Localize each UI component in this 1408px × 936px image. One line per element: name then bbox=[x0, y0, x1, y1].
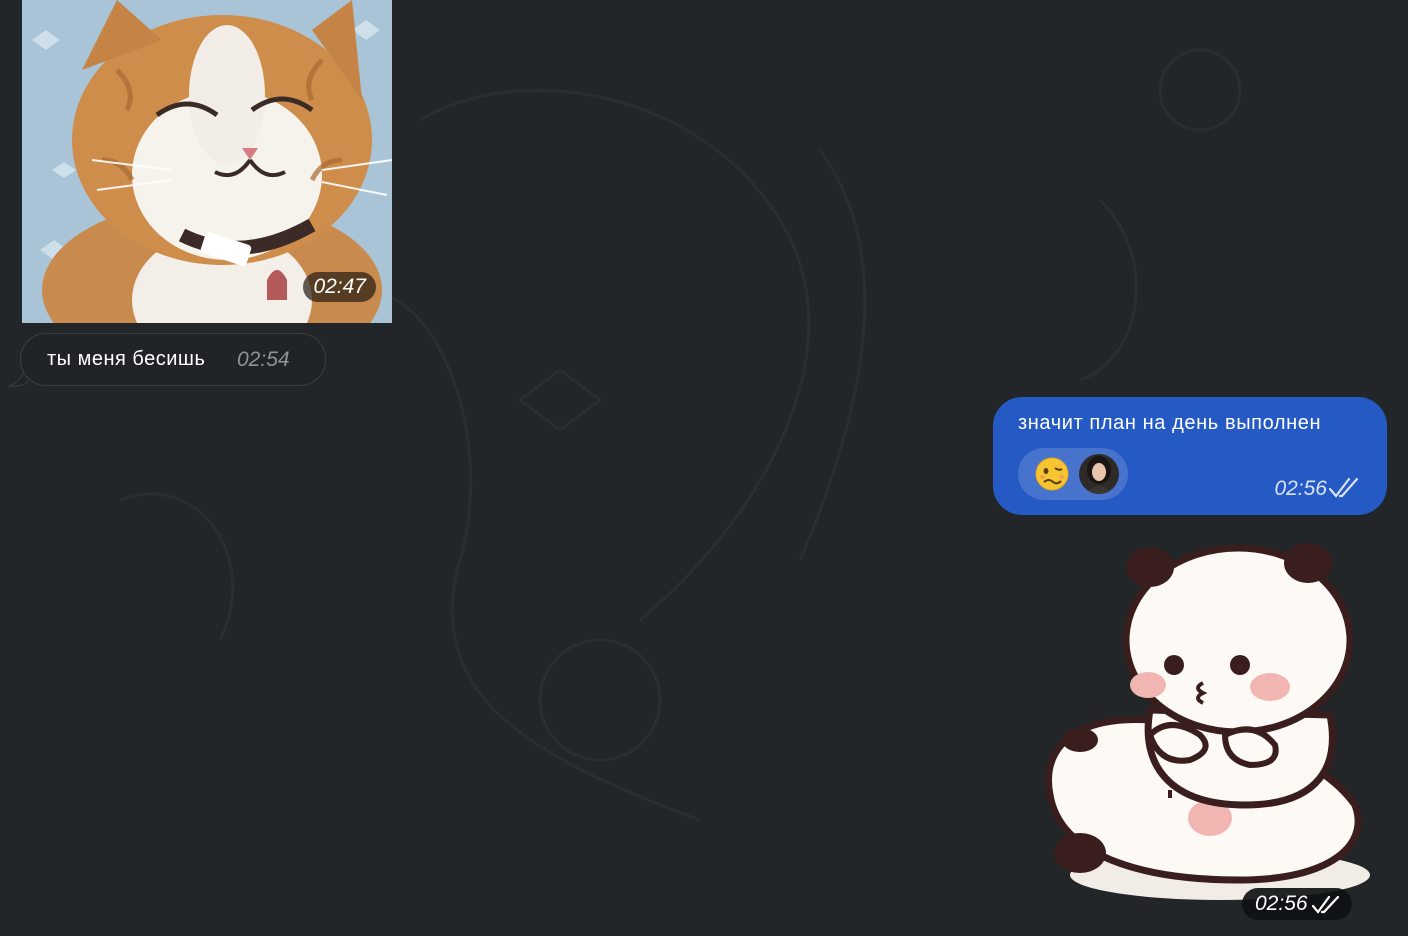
message-time: 02:56 bbox=[1255, 892, 1308, 915]
reactions-pill[interactable] bbox=[1018, 448, 1128, 500]
user-avatar[interactable] bbox=[1079, 454, 1119, 494]
incoming-message-bubble[interactable]: ты меня бесишь 02:54 bbox=[20, 333, 326, 386]
message-text: значит план на день выполнен bbox=[1018, 412, 1322, 434]
gif-message[interactable]: 02:47 bbox=[22, 0, 392, 323]
outgoing-message-bubble[interactable]: значит план на день выполнен 02:56 bbox=[993, 397, 1387, 515]
double-check-icon bbox=[1311, 896, 1339, 914]
message-time: 02:47 bbox=[303, 272, 376, 302]
panda-bear-hug-sticker[interactable] bbox=[1040, 535, 1370, 905]
double-check-icon bbox=[1329, 477, 1359, 498]
message-time: 02:54 bbox=[237, 348, 290, 371]
woozy-face-icon[interactable] bbox=[1034, 456, 1070, 492]
sticker-time-badge: 02:56 bbox=[1242, 888, 1352, 920]
message-text: ты меня бесишь bbox=[47, 348, 206, 370]
message-time: 02:56 bbox=[1274, 477, 1327, 500]
